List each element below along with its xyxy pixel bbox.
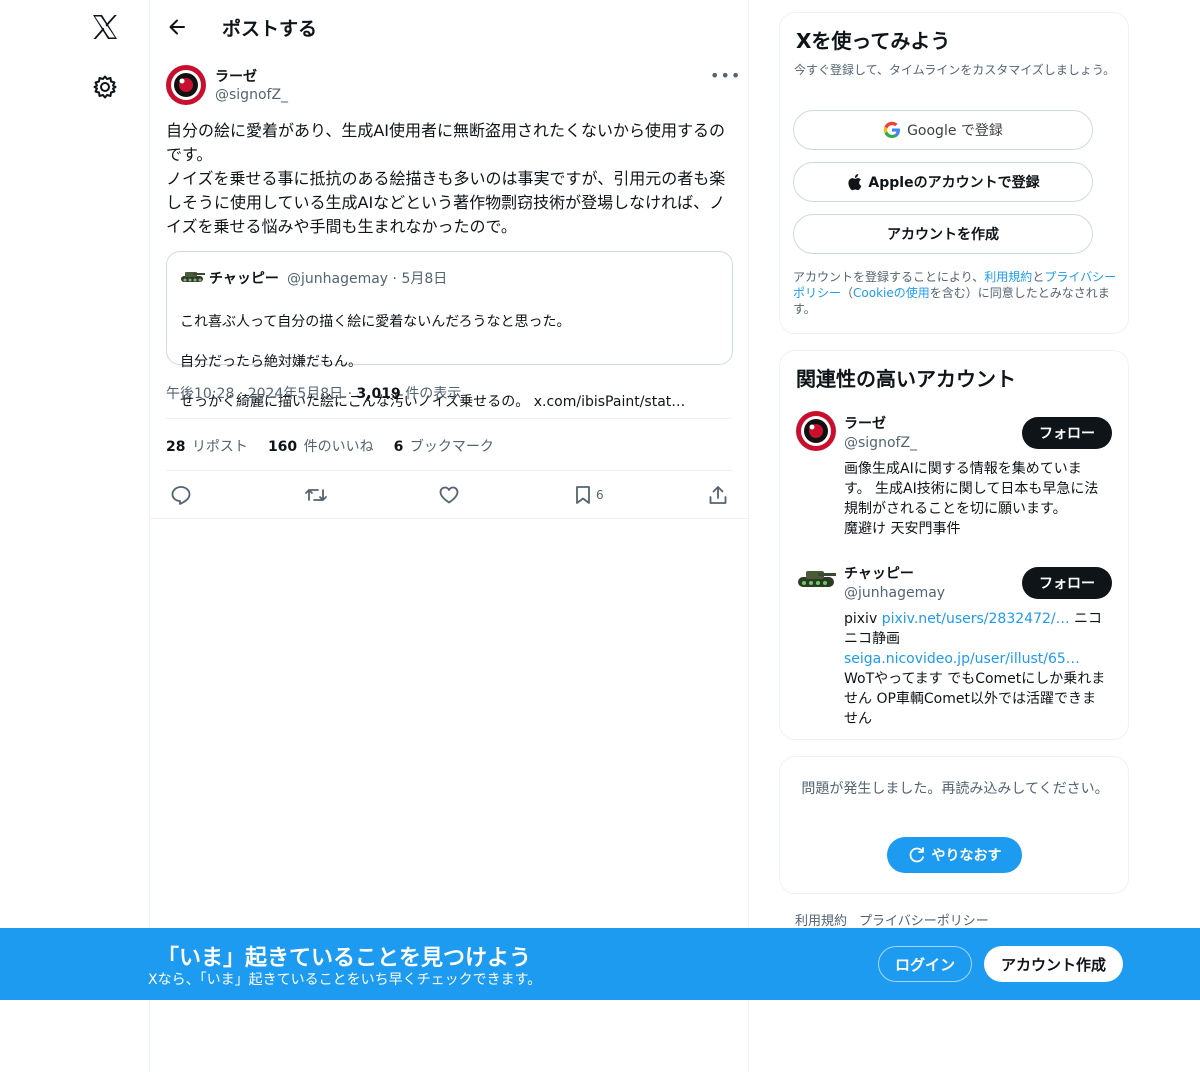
cookie-link[interactable]: Cookieの使用 xyxy=(853,286,930,300)
tweet-time[interactable]: 午後10:28 · 2024年5月8日 · xyxy=(166,386,357,402)
quote-text: これ喜ぶ人って自分の描く絵に愛着ないんだろうなと思った。 自分だったら絶対嫌だも… xyxy=(180,292,720,432)
left-rail xyxy=(0,0,150,1072)
bottom-bar-title: 「いま」起きていることを見つけよう xyxy=(157,946,532,971)
footer-terms-link[interactable]: 利用規約 xyxy=(795,910,847,929)
related-account-bio: pixiv pixiv.net/users/2832472/… ニコニコ静画 s… xyxy=(844,611,1106,727)
related-title: 関連性の高いアカウント xyxy=(796,367,1016,391)
footer-privacy-link[interactable]: プライバシーポリシー xyxy=(859,910,989,929)
reply-icon[interactable] xyxy=(170,480,206,510)
signup-bottom-bar: 「いま」起きていることを見つけよう Xなら、「いま」起きていることをいち早くチェ… xyxy=(0,928,1200,1000)
create-account-label: アカウントを作成 xyxy=(887,227,999,243)
apple-icon xyxy=(848,174,862,191)
related-account-bio: 画像生成AIに関する情報を集めています。 生成AI技術に関して日本も早急に法規制… xyxy=(844,461,1099,537)
avatar[interactable] xyxy=(796,411,836,451)
like-heart-icon[interactable] xyxy=(438,480,474,510)
quote-line: 自分だったら絶対嫌だもん。 xyxy=(180,354,362,370)
signup-title: Xを使ってみよう xyxy=(796,29,951,53)
divider xyxy=(150,518,750,519)
footer-links: 利用規約 プライバシーポリシー xyxy=(795,910,989,929)
bookmarks-stat: 6 ブックマーク xyxy=(393,439,494,455)
tank-avatar-icon[interactable] xyxy=(796,563,836,593)
share-icon[interactable] xyxy=(707,480,743,510)
related-account-handle[interactable]: @signofZ_ xyxy=(844,435,917,451)
signup-subtitle: 今すぐ登録して、タイムラインをカスタマイズしましょう。 xyxy=(794,63,1116,77)
apple-signup-button[interactable]: Appleのアカウントで登録 xyxy=(793,162,1093,202)
more-options-icon[interactable]: ••• xyxy=(710,66,740,85)
retry-button[interactable]: やりなおす xyxy=(887,837,1022,873)
login-button[interactable]: ログイン xyxy=(878,946,972,982)
related-account-name[interactable]: チャッピー xyxy=(844,563,914,583)
bio-link[interactable]: seiga.nicovideo.jp/user/illust/65… xyxy=(844,651,1080,667)
views-count: 3,019 xyxy=(356,386,401,402)
tweet-meta: 午後10:28 · 2024年5月8日 · 3,019 件の表示 xyxy=(166,383,461,403)
apple-signup-label: Appleのアカウントで登録 xyxy=(868,175,1040,191)
follow-button[interactable]: フォロー xyxy=(1022,567,1112,599)
avatar[interactable] xyxy=(166,65,206,105)
x-logo-icon[interactable] xyxy=(90,12,120,42)
google-icon xyxy=(883,121,901,138)
signup-terms: アカウントを登録することにより、利用規約とプライバシーポリシー（Cookieの使… xyxy=(793,270,1117,316)
main-column: ポストする ラーゼ @signofZ_ ••• 自分の絵に愛着があり、生成AI使… xyxy=(149,0,750,1072)
tank-avatar-icon xyxy=(179,268,205,284)
page-header: ポストする xyxy=(150,0,750,54)
bookmark-icon[interactable]: 6 xyxy=(574,480,614,510)
quote-line: これ喜ぶ人って自分の描く絵に愛着ないんだろうなと思った。 xyxy=(180,314,571,330)
author-name[interactable]: ラーゼ xyxy=(215,66,257,86)
bio-link[interactable]: pixiv.net/users/2832472/… xyxy=(882,611,1070,627)
reposts-stat[interactable]: 28 リポスト xyxy=(166,436,248,456)
related-account-handle[interactable]: @junhagemay xyxy=(844,585,945,601)
quoted-tweet[interactable]: チャッピー @junhagemay · 5月8日 これ喜ぶ人って自分の描く絵に愛… xyxy=(166,251,733,410)
repost-icon[interactable] xyxy=(304,480,340,510)
error-card: 問題が発生しました。再読み込みしてください。 やりなおす xyxy=(779,756,1129,894)
create-account-bottom-button[interactable]: アカウント作成 xyxy=(984,946,1123,982)
tweet-actions: 6 xyxy=(150,480,750,510)
engagement-stats: 28 リポスト 160 件のいいね 6 ブックマーク xyxy=(166,436,494,456)
follow-button[interactable]: フォロー xyxy=(1022,417,1112,449)
related-account-name[interactable]: ラーゼ xyxy=(844,413,886,433)
quote-handle-date: @junhagemay · 5月8日 xyxy=(287,271,448,287)
related-accounts-card: 関連性の高いアカウント ラーゼ @signofZ_ フォロー 画像生成AIに関す… xyxy=(779,350,1129,740)
back-arrow-icon[interactable] xyxy=(164,14,190,40)
settings-gear-icon[interactable] xyxy=(92,74,118,100)
bookmark-count: 6 xyxy=(596,488,604,502)
views-label: 件の表示 xyxy=(400,386,462,402)
error-message: 問題が発生しました。再読み込みしてください。 xyxy=(801,781,1109,797)
signup-card: Xを使ってみよう 今すぐ登録して、タイムラインをカスタマイズしましょう。 Goo… xyxy=(779,12,1129,334)
create-account-button[interactable]: アカウントを作成 xyxy=(793,214,1093,254)
divider xyxy=(166,418,732,419)
terms-link[interactable]: 利用規約 xyxy=(984,270,1032,284)
google-signup-button[interactable]: Google で登録 xyxy=(793,110,1093,150)
tweet-text: 自分の絵に愛着があり、生成AI使用者に無断盗用されたくないから使用するのです。 … xyxy=(166,121,726,236)
divider xyxy=(166,470,732,471)
quote-author-name: チャッピー xyxy=(209,271,279,287)
author-handle[interactable]: @signofZ_ xyxy=(215,87,288,103)
google-signup-label: Google で登録 xyxy=(907,123,1003,139)
retry-label: やりなおす xyxy=(931,848,1002,864)
page-title: ポストする xyxy=(222,18,318,40)
likes-stat[interactable]: 160 件のいいね xyxy=(268,436,374,456)
refresh-icon xyxy=(909,847,924,863)
bottom-bar-subtitle: Xなら、「いま」起きていることをいち早くチェックできます。 xyxy=(148,972,542,988)
